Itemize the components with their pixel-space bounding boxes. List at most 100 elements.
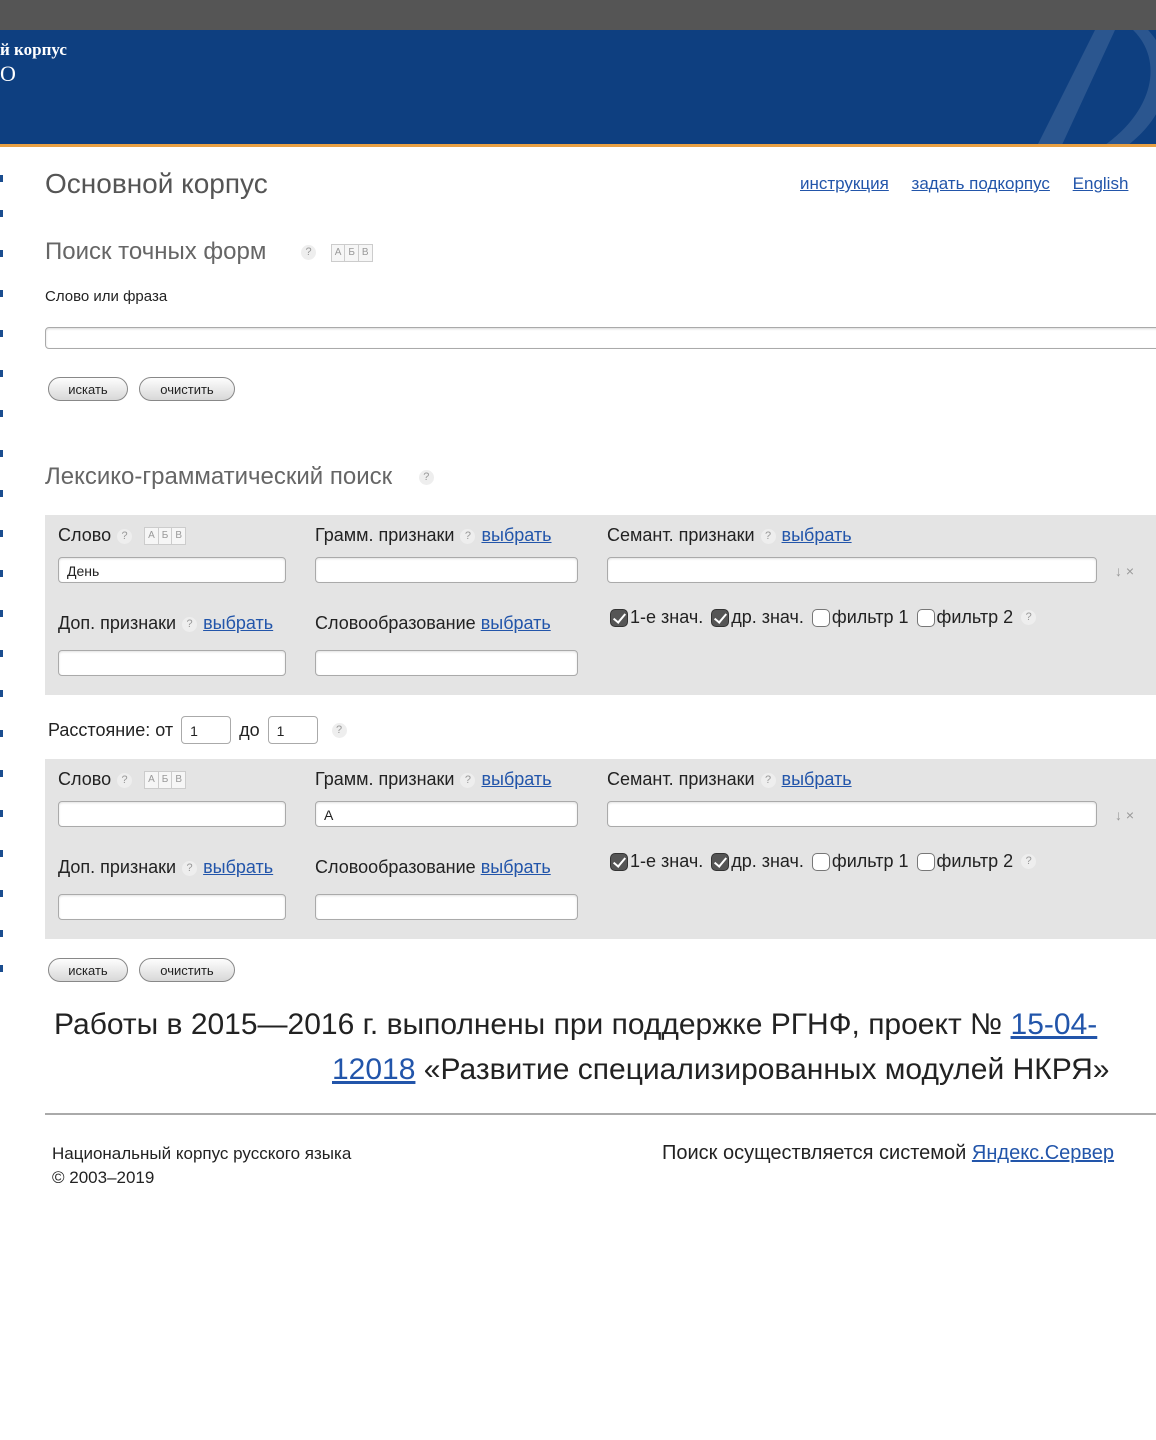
subcorpus-link[interactable]: задать подкорпус — [912, 174, 1050, 193]
help-icon[interactable]: ? — [1021, 610, 1037, 625]
checkbox-icon[interactable] — [711, 608, 730, 627]
word-label-text: Слово — [58, 525, 112, 545]
check-first-meaning[interactable]: 1-е знач. — [610, 607, 703, 628]
help-icon[interactable]: ? — [460, 528, 476, 544]
footer-copyright: © 2003–2019 — [52, 1168, 155, 1187]
keyboard-key: В — [175, 530, 182, 542]
row-actions-icon[interactable]: ↓ × — [1115, 807, 1134, 823]
exact-clear-button[interactable]: очистить — [139, 377, 235, 401]
word-label-text: Слово — [58, 769, 112, 789]
check-label: 1-е знач. — [630, 607, 704, 627]
site-logo[interactable]: й корпус О — [0, 38, 67, 86]
word-phrase-input[interactable] — [45, 327, 1156, 349]
word-input[interactable] — [58, 801, 286, 827]
gram-label: Грамм. признаки? выбрать — [315, 769, 552, 790]
distance-label: Расстояние: от — [48, 719, 174, 740]
help-icon[interactable]: ? — [301, 245, 317, 261]
add-input[interactable] — [58, 650, 286, 676]
logo-line-2: О — [0, 61, 16, 86]
keyboard-icon[interactable]: АБВ — [144, 771, 186, 790]
checkbox-icon[interactable] — [811, 852, 830, 871]
help-icon[interactable]: ? — [331, 722, 347, 738]
keyboard-key: Б — [345, 244, 359, 261]
word-phrase-label: Слово или фраза — [45, 288, 168, 305]
deriv-label-text: Словообразование — [315, 857, 476, 877]
checkbox-icon[interactable] — [811, 608, 830, 627]
check-other-meaning[interactable]: др. знач. — [711, 607, 804, 628]
checkbox-icon[interactable] — [916, 852, 935, 871]
add-label-text: Доп. признаки — [58, 613, 177, 633]
help-icon[interactable]: ? — [182, 860, 198, 876]
add-label: Доп. признаки? выбрать — [58, 857, 273, 878]
checkbox-icon[interactable] — [711, 852, 730, 871]
check-first-meaning[interactable]: 1-е знач. — [610, 851, 703, 872]
instruction-link[interactable]: инструкция — [800, 174, 889, 193]
deriv-choose-link[interactable]: выбрать — [481, 857, 551, 877]
checkbox-icon[interactable] — [916, 608, 935, 627]
help-icon[interactable]: ? — [117, 528, 133, 544]
help-icon[interactable]: ? — [117, 772, 133, 788]
english-link[interactable]: English — [1073, 174, 1129, 193]
add-input[interactable] — [58, 894, 286, 920]
deriv-choose-link[interactable]: выбрать — [481, 613, 551, 633]
add-choose-link[interactable]: выбрать — [203, 613, 273, 633]
project-link-continued[interactable]: 12018 — [332, 1053, 415, 1086]
sem-input[interactable] — [607, 801, 1097, 827]
logo-line-1: й корпус — [0, 40, 67, 59]
project-link[interactable]: 15-04- — [1011, 1008, 1098, 1041]
sem-label: Семант. признаки? выбрать — [607, 769, 852, 790]
check-filter-2[interactable]: фильтр 2 — [916, 851, 1013, 872]
word-input[interactable]: День — [58, 557, 286, 583]
check-other-meaning[interactable]: др. знач. — [711, 851, 804, 872]
support-line-2: 12018 «Развитие специализированных модул… — [332, 1053, 1109, 1087]
add-label-text: Доп. признаки — [58, 857, 177, 877]
help-icon[interactable]: ? — [460, 772, 476, 788]
keyboard-key: В — [361, 246, 369, 258]
keyboard-key: Б — [159, 528, 173, 545]
sem-label: Семант. признаки? выбрать — [607, 525, 852, 546]
gram-choose-link[interactable]: выбрать — [481, 769, 551, 789]
checkbox-icon[interactable] — [610, 852, 628, 871]
gram-label-text: Грамм. признаки — [315, 769, 455, 789]
sem-input[interactable] — [607, 557, 1097, 583]
deriv-input[interactable] — [315, 650, 578, 676]
deriv-label: Словообразование выбрать — [315, 613, 551, 634]
checkbox-icon[interactable] — [610, 608, 628, 627]
exact-search-title: Поиск точных форм ? А Б В — [45, 238, 373, 266]
distance-to-label: до — [239, 719, 260, 740]
gram-choose-link[interactable]: выбрать — [481, 525, 551, 545]
sem-choose-link[interactable]: выбрать — [782, 525, 852, 545]
sem-choose-link[interactable]: выбрать — [782, 769, 852, 789]
yandex-server-link[interactable]: Яндекс.Сервер — [972, 1142, 1114, 1164]
lexgram-clear-button[interactable]: очистить — [139, 958, 235, 982]
footer-name: Национальный корпус русского языка — [52, 1144, 352, 1163]
lexgram-search-button[interactable]: искать — [48, 958, 128, 982]
page-title: Основной корпус — [45, 168, 268, 199]
add-choose-link[interactable]: выбрать — [203, 857, 273, 877]
row-actions-icon[interactable]: ↓ × — [1115, 563, 1134, 579]
distance-from-input[interactable]: 1 — [181, 716, 232, 744]
deriv-input[interactable] — [315, 894, 578, 920]
gram-input[interactable] — [315, 557, 578, 583]
keyboard-key: Б — [159, 772, 173, 789]
check-filter-1[interactable]: фильтр 1 — [811, 607, 909, 628]
word-label: Слово? А Б В — [58, 525, 192, 546]
gram-input[interactable]: A — [315, 801, 578, 827]
help-icon[interactable]: ? — [760, 528, 776, 544]
help-icon[interactable]: ? — [418, 470, 434, 486]
help-icon[interactable]: ? — [1021, 854, 1037, 869]
check-label: др. знач. — [731, 851, 804, 871]
keyboard-icon[interactable]: АБВ — [144, 527, 186, 546]
top-links: инструкция задать подкорпус English — [800, 174, 1146, 194]
keyboard-icon[interactable]: А Б В — [330, 243, 373, 262]
meaning-checks: 1-е знач. др. знач. фильтр 1 фильтр 2 ? — [610, 607, 1037, 628]
site-header: й корпус О — [0, 30, 1156, 147]
distance-to-input[interactable]: 1 — [267, 716, 318, 744]
check-filter-1[interactable]: фильтр 1 — [811, 851, 909, 872]
exact-search-button[interactable]: искать — [48, 377, 128, 401]
help-icon[interactable]: ? — [182, 616, 198, 632]
word-label: Слово? А Б В — [58, 769, 192, 790]
check-filter-2[interactable]: фильтр 2 — [916, 607, 1013, 628]
help-icon[interactable]: ? — [760, 772, 776, 788]
keyboard-key: А — [145, 528, 159, 545]
